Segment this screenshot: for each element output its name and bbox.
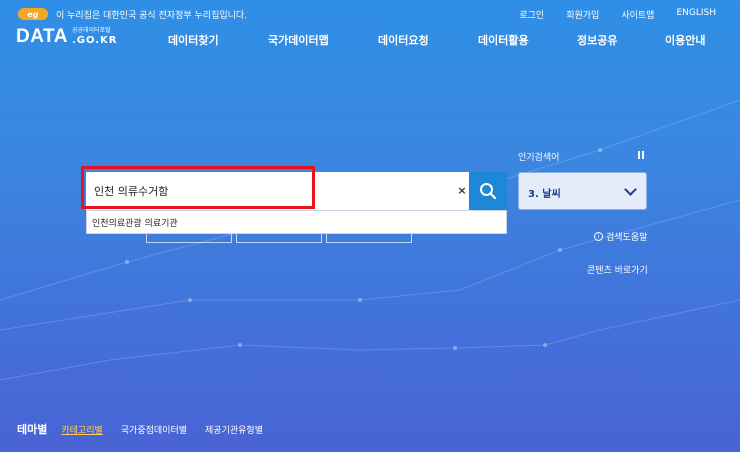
popular-keyword-value: 3. 날씨: [528, 189, 561, 200]
english-link[interactable]: ENGLISH: [676, 8, 716, 21]
theme-tabs: 테마별 카테고리별 국가중점데이터별 제공기관유형별: [17, 421, 281, 437]
gov-logo-icon: eg: [18, 8, 48, 20]
clear-search-button[interactable]: ×: [455, 183, 469, 197]
login-link[interactable]: 로그인: [519, 8, 544, 21]
main-nav: 데이터찾기 국가데이터맵 데이터요청 데이터활용 정보공유 이용안내: [0, 32, 740, 48]
gov-notice: eg 이 누리집은 대한민국 공식 전자정부 누리집입니다.: [18, 6, 247, 22]
nav-item-data-map[interactable]: 국가데이터맵: [268, 32, 329, 48]
filter-select[interactable]: [236, 234, 322, 243]
search-highlight-box: [81, 166, 315, 209]
search-help-label: 검색도움말: [606, 233, 648, 243]
utility-links: 로그인 회원가입 사이트맵 ENGLISH: [519, 8, 716, 21]
chevron-down-icon: [624, 183, 637, 196]
autocomplete-item[interactable]: 인천의료관광 의료기관: [92, 216, 178, 229]
info-icon: i: [594, 232, 603, 241]
search-help-link[interactable]: i 검색도움말: [594, 230, 647, 243]
filter-select[interactable]: [146, 234, 232, 243]
nav-item-info-share[interactable]: 정보공유: [577, 32, 617, 48]
sitemap-link[interactable]: 사이트맵: [621, 8, 654, 21]
search-icon: [480, 183, 497, 200]
pause-icon[interactable]: [638, 151, 644, 159]
tab-category[interactable]: 카테고리별: [61, 423, 102, 436]
popular-keywords-title: 인기검색어: [518, 153, 560, 163]
gov-notice-text: 이 누리집은 대한민국 공식 전자정부 누리집입니다.: [56, 10, 248, 21]
nav-item-data-use[interactable]: 데이터활용: [478, 32, 529, 48]
filter-select[interactable]: [326, 234, 412, 243]
content-shortcut-link[interactable]: 콘텐츠 바로가기: [587, 263, 648, 276]
search-button[interactable]: [469, 172, 507, 210]
nav-item-find-data[interactable]: 데이터찾기: [168, 32, 219, 48]
tab-national-key-data[interactable]: 국가중점데이터별: [121, 423, 187, 436]
theme-title: 테마별: [17, 423, 48, 436]
nav-item-data-request[interactable]: 데이터요청: [378, 32, 429, 48]
popular-keyword-select[interactable]: 3. 날씨: [518, 172, 647, 210]
nav-item-guide[interactable]: 이용안내: [665, 32, 705, 48]
autocomplete-list: 인천의료관광 의료기관: [86, 210, 507, 234]
signup-link[interactable]: 회원가입: [566, 8, 599, 21]
tab-provider-type[interactable]: 제공기관유형별: [205, 423, 263, 436]
